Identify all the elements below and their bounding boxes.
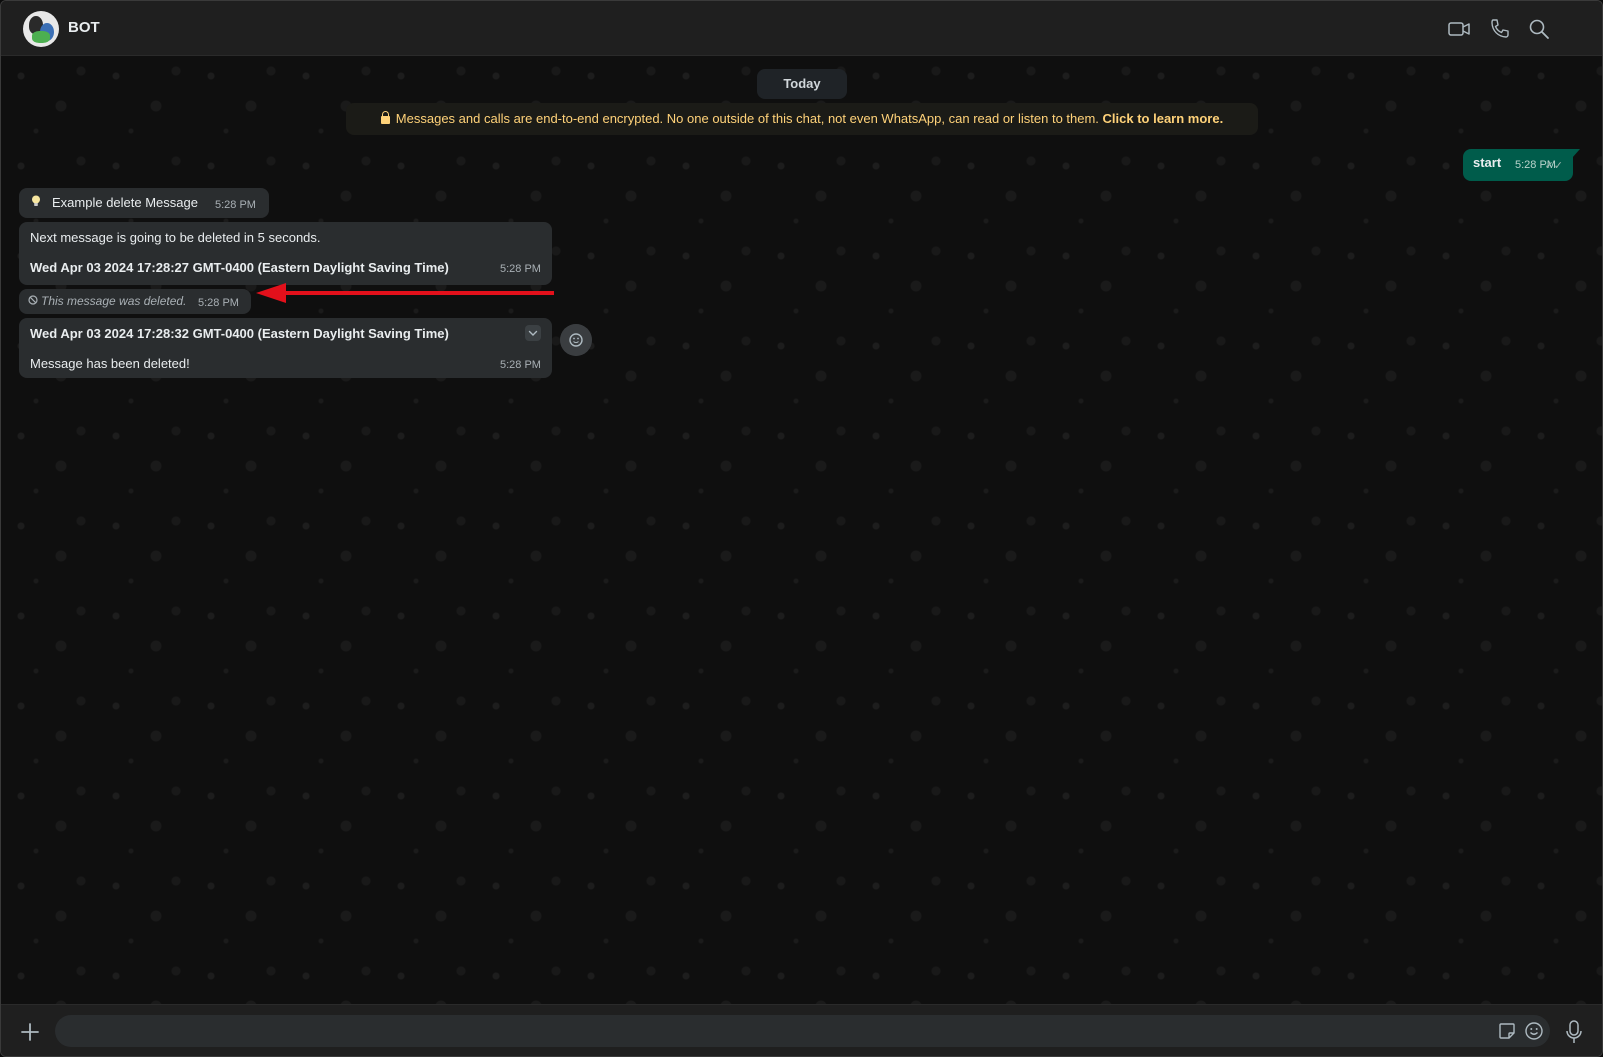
- message-timestamp-text: Wed Apr 03 2024 17:28:32 GMT-0400 (Easte…: [30, 326, 449, 341]
- lightbulb-icon: [32, 195, 40, 206]
- chat-area[interactable]: Today Messages and calls are end-to-end …: [1, 56, 1602, 1004]
- incoming-message[interactable]: Example delete Message 5:28 PM: [19, 188, 269, 218]
- message-time: 5:28 PM: [198, 297, 239, 309]
- composer-bar: [1, 1004, 1602, 1056]
- emoji-reaction-icon[interactable]: [560, 324, 592, 356]
- sticker-icon[interactable]: [1497, 1021, 1517, 1041]
- search-icon[interactable]: [1527, 17, 1551, 41]
- encryption-text: Messages and calls are end-to-end encryp…: [395, 111, 1099, 126]
- message-time: 5:28 PM: [500, 263, 541, 275]
- video-call-icon[interactable]: [1447, 17, 1471, 41]
- lock-icon: [380, 111, 390, 124]
- deleted-ban-icon: [28, 295, 38, 305]
- message-time: 5:28 PM: [500, 359, 541, 371]
- whatsapp-window: BOT Today Messages and calls are end-to-…: [0, 0, 1603, 1057]
- incoming-message[interactable]: Next message is going to be deleted in 5…: [19, 222, 552, 285]
- incoming-message[interactable]: Wed Apr 03 2024 17:28:32 GMT-0400 (Easte…: [19, 318, 552, 378]
- encryption-notice[interactable]: Messages and calls are end-to-end encryp…: [346, 103, 1258, 135]
- message-text: Message has been deleted!: [30, 356, 190, 371]
- message-text: start: [1473, 155, 1502, 170]
- message-text: Example delete Message: [52, 195, 198, 210]
- message-input[interactable]: [67, 1015, 1491, 1049]
- contact-name[interactable]: BOT: [68, 19, 100, 36]
- red-arrow-annotation: [256, 283, 554, 303]
- emoji-icon[interactable]: [1524, 1021, 1544, 1041]
- date-separator: Today: [757, 69, 847, 99]
- plus-icon[interactable]: [19, 1021, 41, 1043]
- message-timestamp-text: Wed Apr 03 2024 17:28:27 GMT-0400 (Easte…: [30, 260, 449, 275]
- microphone-icon[interactable]: [1565, 1019, 1583, 1045]
- deleted-text: This message was deleted.: [41, 294, 187, 308]
- read-receipt-icon: ✓✓: [1544, 160, 1563, 172]
- learn-more-link[interactable]: Click to learn more.: [1103, 111, 1224, 126]
- deleted-message[interactable]: This message was deleted. 5:28 PM: [19, 289, 251, 314]
- chevron-down-icon[interactable]: [525, 325, 541, 341]
- message-time: 5:28 PM: [215, 199, 256, 211]
- message-composer[interactable]: [55, 1015, 1550, 1049]
- chat-header: BOT: [1, 1, 1602, 56]
- outgoing-message[interactable]: start 5:28 PM ✓✓: [1463, 149, 1580, 181]
- voice-call-icon[interactable]: [1488, 17, 1512, 41]
- message-text: Next message is going to be deleted in 5…: [30, 230, 321, 245]
- avatar[interactable]: [23, 11, 59, 47]
